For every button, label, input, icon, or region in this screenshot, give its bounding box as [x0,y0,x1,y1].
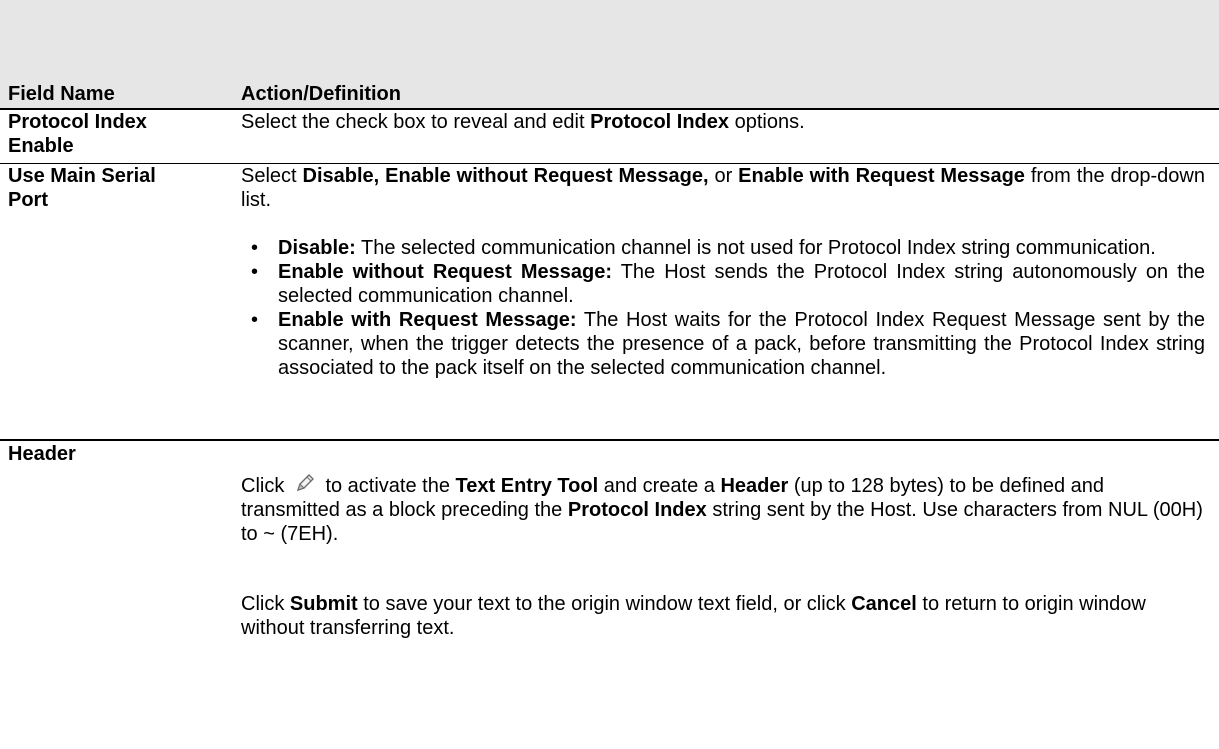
table-header-row: Field Name Action/Definition [0,82,1219,108]
column-header-field-name: Field Name [8,83,115,105]
options-bullet-list: Disable: The selected communication chan… [241,236,1205,380]
row-divider [0,439,1219,441]
field-name-use-main-serial-port: Use Main Serial Port [8,165,156,211]
field-name-header: Header [8,443,76,465]
definition-use-main-serial-port: Select Disable, Enable without Request M… [241,165,1205,211]
field-name-protocol-index-enable: Protocol Index Enable [8,111,147,157]
list-item: Disable: The selected communication chan… [241,236,1205,260]
top-gray-band [0,0,1219,82]
definition-header-submit-cancel: Click Submit to save your text to the or… [241,593,1146,639]
column-header-action-definition: Action/Definition [241,83,401,105]
pencil-icon[interactable] [294,472,316,494]
list-item: Enable with Request Message: The Host wa… [241,308,1205,380]
definition-protocol-index-enable: Select the check box to reveal and edit … [241,111,805,133]
definition-header: Click to activate the Text Entry Tool an… [241,472,1205,546]
list-item: Enable without Request Message: The Host… [241,260,1205,308]
